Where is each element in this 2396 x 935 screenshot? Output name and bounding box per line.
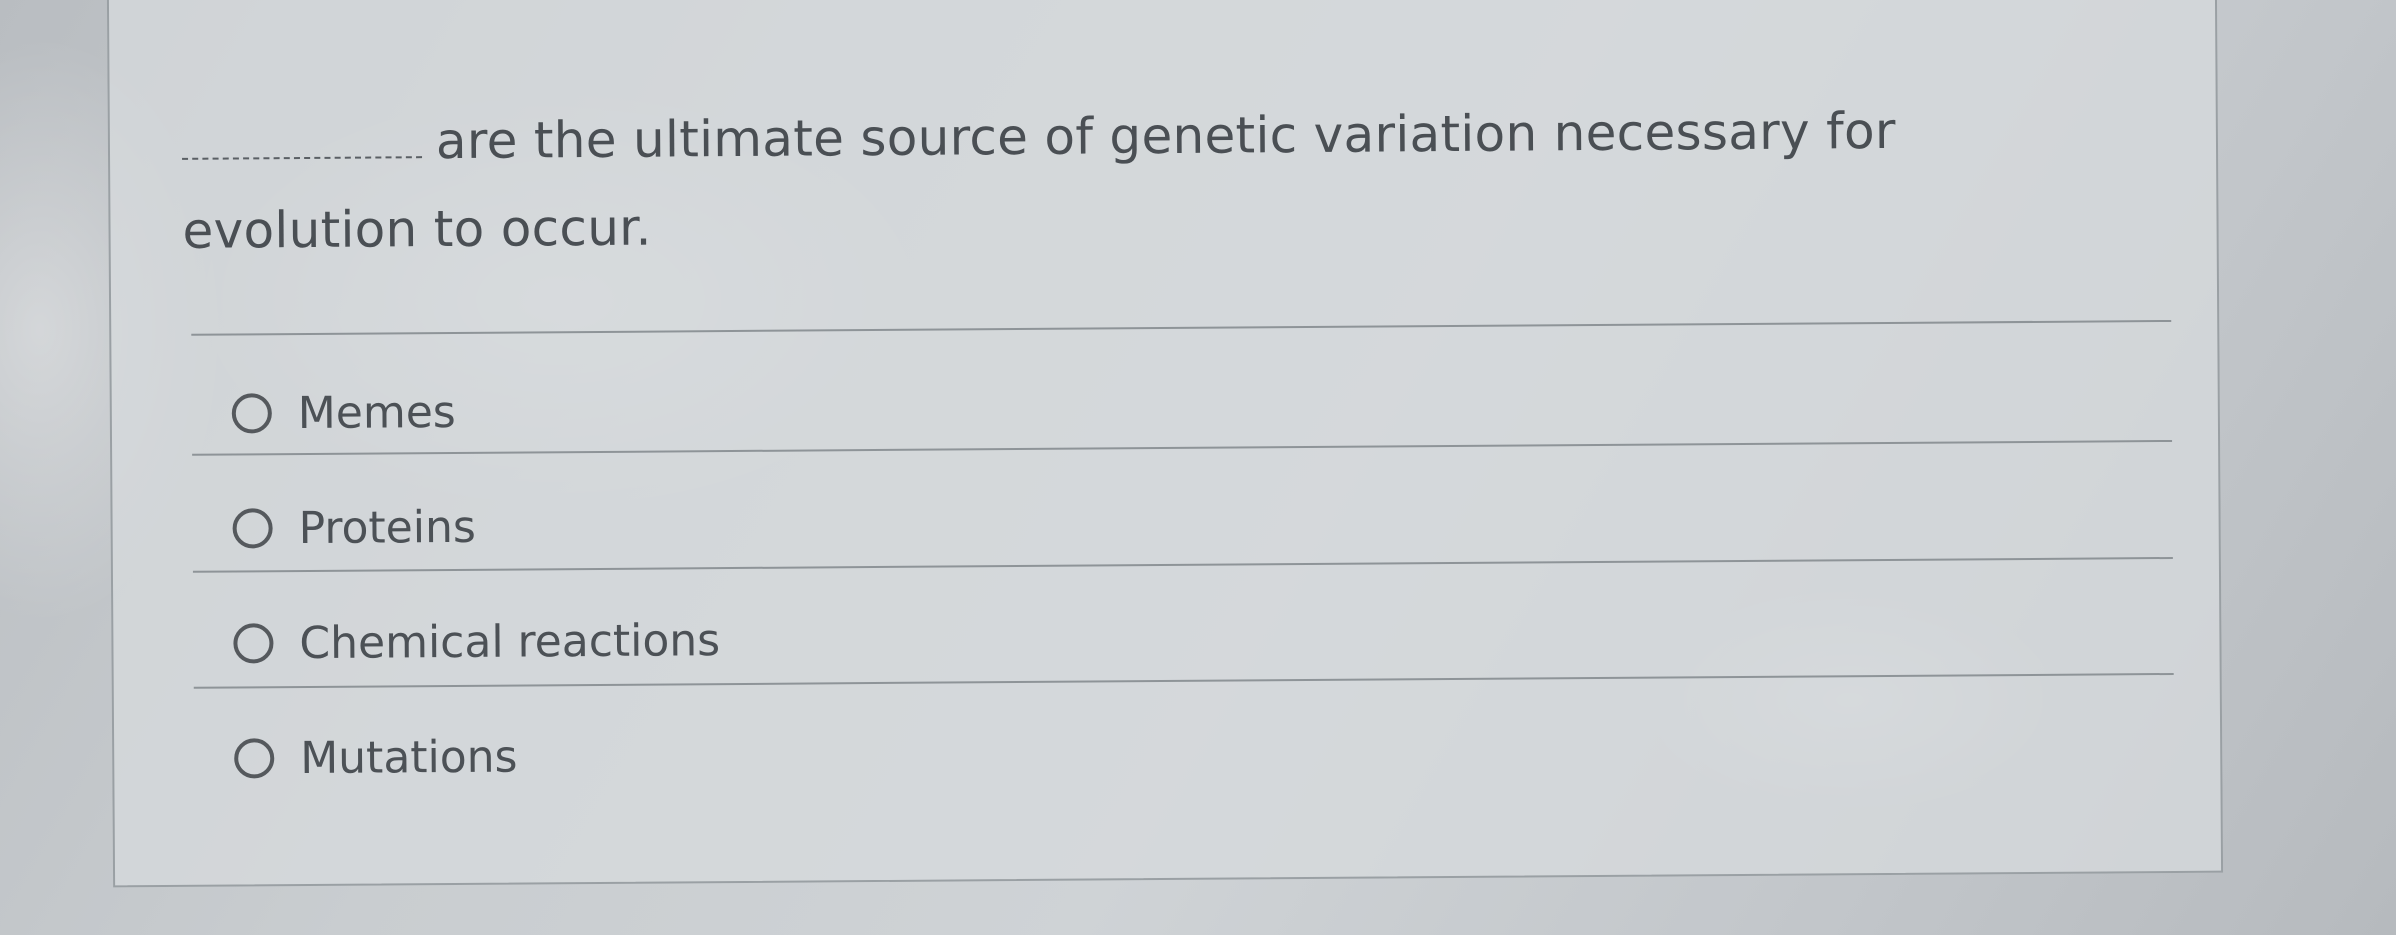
option-chemical-reactions[interactable]: Chemical reactions [233, 595, 2133, 678]
radio-button[interactable] [234, 738, 275, 779]
option-memes[interactable]: Memes [231, 365, 2132, 448]
question-divider [191, 319, 2172, 336]
option-label: Memes [297, 386, 456, 439]
option-label: Proteins [298, 501, 476, 554]
option-proteins[interactable]: Proteins [232, 480, 2132, 563]
radio-button[interactable] [233, 623, 274, 664]
option-mutations[interactable]: Mutations [234, 710, 2134, 793]
radio-button[interactable] [232, 508, 273, 549]
question-text: are the ultimate source of genetic varia… [182, 101, 1896, 260]
answer-blank [181, 128, 423, 160]
radio-button[interactable] [231, 393, 272, 434]
question-prompt: are the ultimate source of genetic varia… [181, 85, 2143, 275]
question-card: are the ultimate source of genetic varia… [106, 0, 2224, 888]
option-label: Mutations [300, 731, 518, 784]
option-label: Chemical reactions [299, 614, 721, 669]
